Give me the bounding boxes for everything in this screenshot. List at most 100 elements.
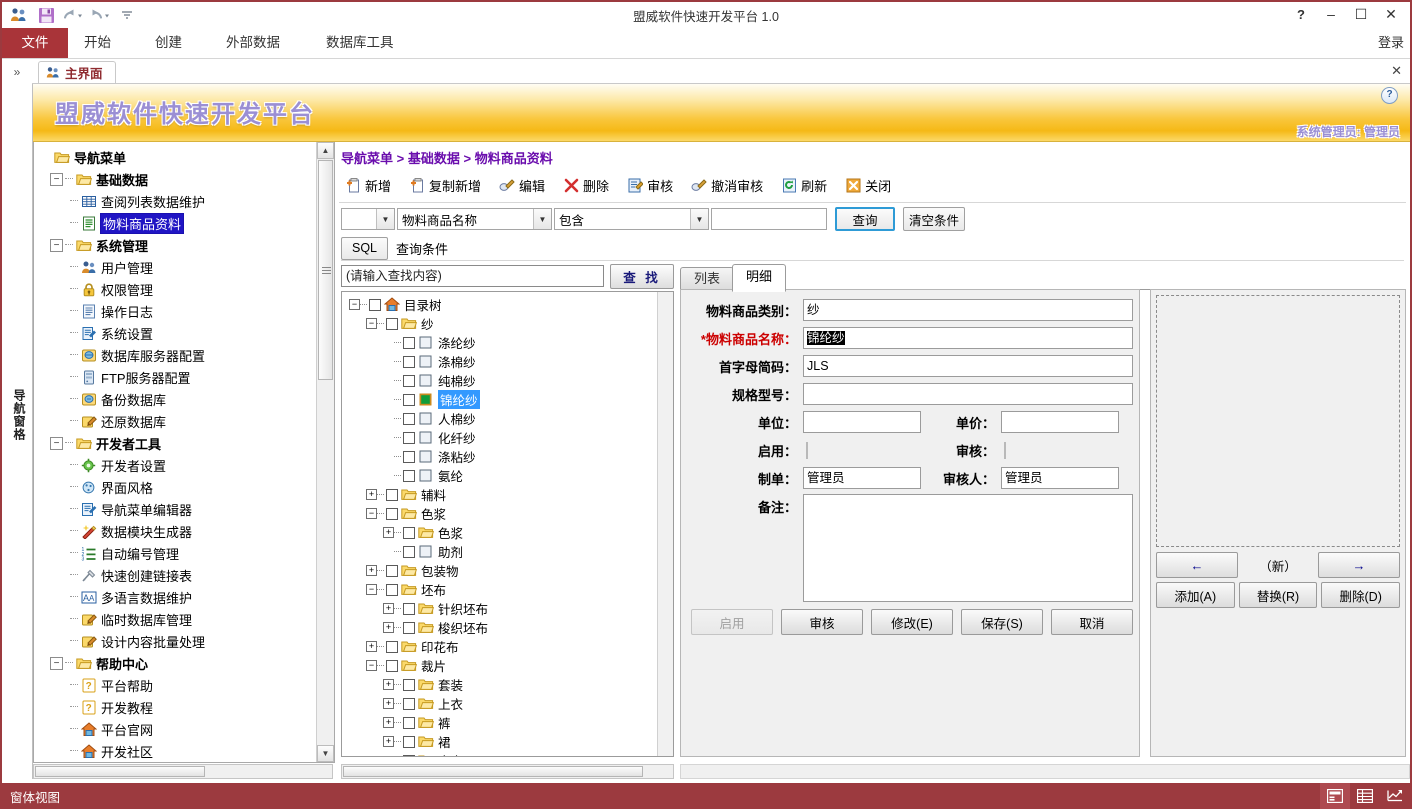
catalog-node-checkbox[interactable]	[403, 602, 415, 615]
navigation-tree-scrollbar[interactable]: ▲ ▼	[316, 142, 334, 762]
catalog-node-checkbox[interactable]	[403, 450, 415, 463]
catalog-node-checkbox[interactable]	[386, 507, 398, 520]
nav-item-3-1[interactable]: ? 开发教程	[38, 696, 317, 718]
edit-button[interactable]: 编辑	[493, 173, 557, 198]
nav-item-0-1[interactable]: 物料商品资料	[38, 212, 317, 234]
catalog-node-checkbox[interactable]	[386, 659, 398, 672]
collapse-icon[interactable]: −	[349, 299, 360, 310]
breadcrumb-item-1[interactable]: 基础数据	[408, 151, 460, 166]
catalog-node-checkbox[interactable]	[403, 469, 415, 482]
catalog-node-checkbox[interactable]	[386, 317, 398, 330]
catalog-node-16[interactable]: + 针织坯布	[345, 599, 658, 618]
nav-group-2[interactable]: − 开发者工具	[38, 432, 317, 454]
maximize-button[interactable]: ☐	[1346, 3, 1376, 25]
banner-help-icon[interactable]: ?	[1381, 87, 1398, 104]
catalog-node-18[interactable]: + 印花布	[345, 637, 658, 656]
category-input[interactable]: 纱	[803, 299, 1133, 321]
catalog-node-14[interactable]: + 包装物	[345, 561, 658, 580]
ribbon-tab-create[interactable]: 创建	[141, 28, 196, 58]
unit-input[interactable]	[803, 411, 921, 433]
breadcrumb-item-0[interactable]: 导航菜单	[341, 151, 393, 166]
catalog-node-19[interactable]: − 裁片	[345, 656, 658, 675]
nav-item-3-3[interactable]: 开发社区	[38, 740, 317, 762]
scroll-thumb[interactable]	[318, 160, 333, 380]
name-input[interactable]: 锦纶纱	[803, 327, 1133, 349]
catalog-hscrollbar[interactable]	[341, 764, 674, 779]
catalog-node-checkbox[interactable]	[403, 355, 415, 368]
catalog-node-7[interactable]: 化纤纱	[345, 428, 658, 447]
breadcrumb-item-2[interactable]: 物料商品资料	[475, 151, 553, 166]
query-field-select[interactable]: 物料商品名称 ▼	[397, 208, 552, 230]
catalog-tree-scrollbar[interactable]	[657, 292, 673, 756]
catalog-node-0[interactable]: − 目录树	[345, 295, 658, 314]
ribbon-tab-home[interactable]: 开始	[70, 28, 125, 58]
document-tab-main[interactable]: 主界面	[38, 61, 116, 83]
replace-attachment-button[interactable]: 替换(R)	[1238, 582, 1318, 608]
catalog-node-checkbox[interactable]	[403, 374, 415, 387]
nav-item-2-1[interactable]: 界面风格	[38, 476, 317, 498]
catalog-node-12[interactable]: + 色浆	[345, 523, 658, 542]
catalog-node-checkbox[interactable]	[403, 393, 415, 406]
audit-button[interactable]: 审核	[621, 173, 685, 198]
expand-navigation-icon[interactable]: »	[2, 65, 32, 79]
catalog-node-checkbox[interactable]	[403, 735, 415, 748]
next-attachment-button[interactable]: →	[1317, 552, 1400, 578]
nav-group-3[interactable]: − 帮助中心	[38, 652, 317, 674]
unaudit-button[interactable]: 撤消审核	[685, 173, 775, 198]
catalog-node-8[interactable]: 涤粘纱	[345, 447, 658, 466]
expand-icon[interactable]: +	[383, 698, 394, 709]
nav-item-1-2[interactable]: 操作日志	[38, 300, 317, 322]
clear-conditions-button[interactable]: 清空条件	[903, 207, 965, 231]
remark-textarea[interactable]	[803, 494, 1133, 602]
collapse-icon[interactable]: −	[50, 172, 63, 186]
audit-checkbox[interactable]	[1004, 441, 1006, 459]
collapse-icon[interactable]: −	[50, 436, 63, 450]
catalog-node-checkbox[interactable]	[403, 412, 415, 425]
initials-input[interactable]: JLS	[803, 355, 1133, 377]
new-button[interactable]: 新增	[339, 173, 403, 198]
catalog-node-17[interactable]: + 梭织坯布	[345, 618, 658, 637]
auditor-input[interactable]: 管理员	[1001, 467, 1119, 489]
close-document-tab-icon[interactable]: ✕	[1391, 63, 1402, 79]
catalog-node-checkbox[interactable]	[403, 678, 415, 691]
design-view-icon[interactable]	[1380, 783, 1410, 809]
catalog-hscroll-thumb[interactable]	[343, 766, 643, 777]
delete-attachment-button[interactable]: 删除(D)	[1321, 582, 1401, 608]
catalog-node-checkbox[interactable]	[403, 545, 415, 558]
price-input[interactable]	[1001, 411, 1119, 433]
nav-item-1-0[interactable]: 用户管理	[38, 256, 317, 278]
nav-item-2-7[interactable]: 临时数据库管理	[38, 608, 317, 630]
save-button[interactable]: 保存(S)	[961, 609, 1043, 635]
catalog-node-checkbox[interactable]	[403, 716, 415, 729]
catalog-node-6[interactable]: 人棉纱	[345, 409, 658, 428]
chevron-down-icon[interactable]: ▼	[376, 209, 394, 229]
copy-new-button[interactable]: 复制新增	[403, 173, 493, 198]
catalog-tree[interactable]: − 目录树 − 纱涤纶纱 涤棉纱 纯棉纱 锦纶纱 人棉纱 化纤纱 涤粘纱 氨纶 + 辅料 − 色浆 + 色浆 助剂…	[341, 291, 674, 757]
detail-hscrollbar[interactable]	[680, 764, 1410, 779]
refresh-button[interactable]: 刷新	[775, 173, 839, 198]
catalog-node-5[interactable]: 锦纶纱	[345, 390, 658, 409]
expand-icon[interactable]: +	[366, 641, 377, 652]
catalog-node-checkbox[interactable]	[403, 431, 415, 444]
collapse-icon[interactable]: −	[366, 508, 377, 519]
cancel-button[interactable]: 取消	[1051, 609, 1133, 635]
nav-item-2-0[interactable]: 开发者设置	[38, 454, 317, 476]
collapse-icon[interactable]: −	[366, 318, 377, 329]
expand-icon[interactable]: +	[383, 622, 394, 633]
expand-icon[interactable]: +	[383, 527, 394, 538]
nav-group-0[interactable]: − 基础数据	[38, 168, 317, 190]
catalog-node-21[interactable]: + 上衣	[345, 694, 658, 713]
catalog-node-checkbox[interactable]	[386, 583, 398, 596]
spec-input[interactable]	[803, 383, 1133, 405]
nav-item-1-6[interactable]: 备份数据库	[38, 388, 317, 410]
scroll-down-icon[interactable]: ▼	[317, 745, 334, 762]
catalog-node-1[interactable]: − 纱	[345, 314, 658, 333]
help-button[interactable]: ?	[1286, 3, 1316, 25]
nav-item-2-6[interactable]: A A 多语言数据维护	[38, 586, 317, 608]
close-panel-button[interactable]: 关闭	[839, 173, 903, 198]
scroll-up-icon[interactable]: ▲	[317, 142, 334, 159]
add-attachment-button[interactable]: 添加(A)	[1156, 582, 1235, 608]
close-button[interactable]: ✕	[1376, 3, 1406, 25]
ribbon-tab-external-data[interactable]: 外部数据	[212, 28, 294, 58]
nav-item-2-2[interactable]: 导航菜单编辑器	[38, 498, 317, 520]
